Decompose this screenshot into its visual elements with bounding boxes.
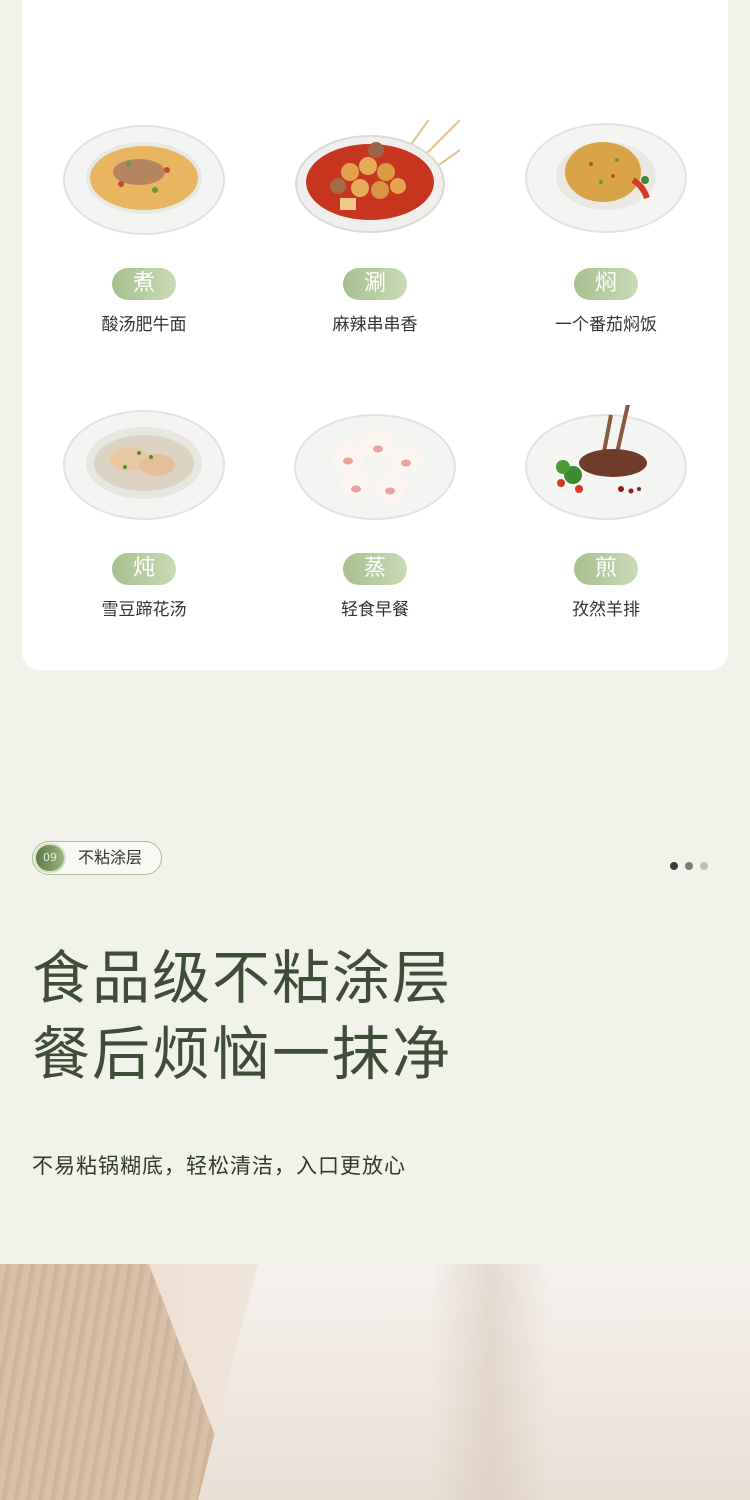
dish-name: 一个番茄焖饭: [555, 315, 657, 335]
dish-item-lamb: 煎 孜然羊排: [506, 405, 706, 620]
bun-plate-image: [290, 405, 460, 521]
cook-method-badge: 焖: [574, 268, 638, 300]
cook-method-badge: 蒸: [343, 553, 407, 585]
carousel-dot[interactable]: [685, 862, 693, 870]
dish-card: 煮 酸汤肥牛面 涮 麻辣串串香 焖 一个番茄焖饭 炖 雪豆蹄花汤 蒸 轻食早餐 …: [22, 0, 728, 670]
rice-plate-image: [521, 120, 691, 236]
cook-method-badge: 涮: [343, 268, 407, 300]
soup-plate-image: [59, 405, 229, 521]
fabric-fold-image: [430, 1264, 550, 1500]
cook-method-badge: 炖: [112, 553, 176, 585]
feature-description: 不易粘锅糊底，轻松清洁，入口更放心: [32, 1154, 406, 1178]
noodle-plate-image: [59, 120, 229, 236]
dish-name: 酸汤肥牛面: [101, 315, 187, 335]
dish-name: 麻辣串串香: [332, 315, 418, 335]
carousel-dot[interactable]: [670, 862, 678, 870]
dish-item-rice: 焖 一个番茄焖饭: [506, 120, 706, 335]
carousel-dot[interactable]: [700, 862, 708, 870]
feature-tag-label: 不粘涂层: [78, 848, 143, 867]
feature-headline: 食品级不粘涂层 餐后烦恼一抹净: [32, 940, 672, 1092]
dish-name: 雪豆蹄花汤: [101, 600, 187, 620]
cook-method-badge: 煎: [574, 553, 638, 585]
feature-tag: 09 不粘涂层: [32, 841, 162, 875]
lamb-plate-image: [521, 405, 691, 521]
dish-item-soup: 炖 雪豆蹄花汤: [44, 405, 244, 620]
dish-item-skewers: 涮 麻辣串串香: [275, 120, 475, 335]
dish-name: 轻食早餐: [341, 600, 409, 620]
headline-line-2: 餐后烦恼一抹净: [32, 1020, 453, 1088]
headline-line-1: 食品级不粘涂层: [32, 944, 453, 1012]
skewer-plate-image: [290, 120, 460, 236]
carousel-indicator: [670, 855, 715, 874]
dish-item-buns: 蒸 轻食早餐: [275, 405, 475, 620]
dish-name: 孜然羊排: [572, 600, 640, 620]
sweater-sleeve-image: [0, 1264, 240, 1500]
dish-item-noodles: 煮 酸汤肥牛面: [44, 120, 244, 335]
feature-number-badge: 09: [36, 845, 64, 871]
apron-photo: [0, 1264, 750, 1500]
cook-method-badge: 煮: [112, 268, 176, 300]
